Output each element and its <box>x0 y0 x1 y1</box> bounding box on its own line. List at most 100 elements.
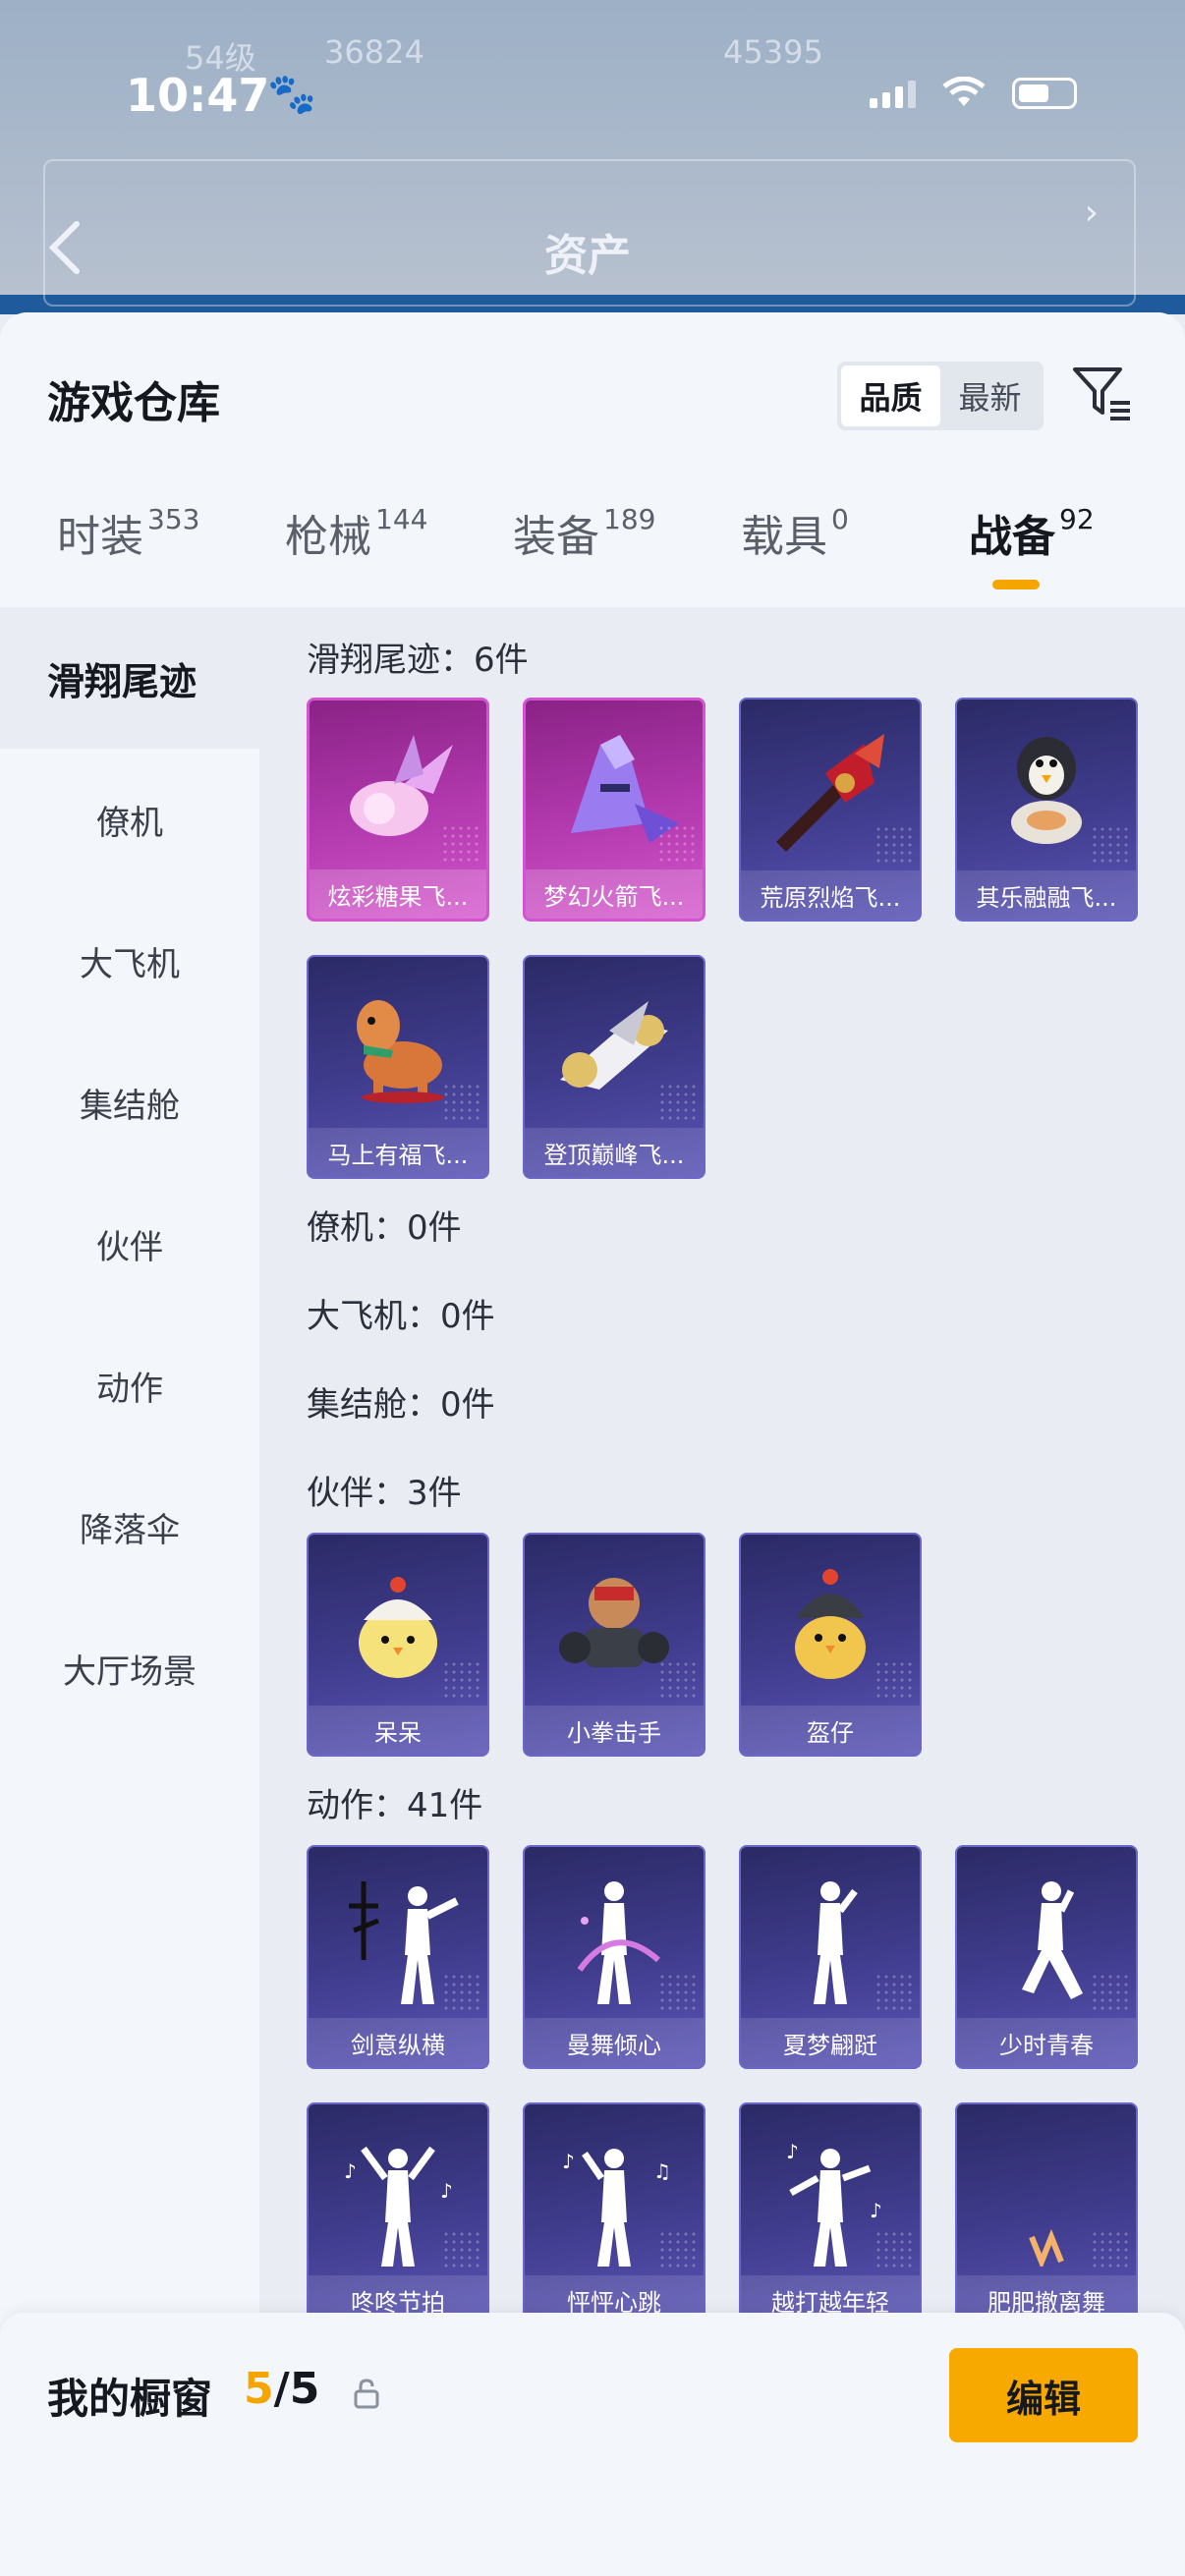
showcase-separator: / <box>273 2364 290 2414</box>
item-name: 剑意纵横 <box>309 2018 487 2067</box>
item-grid: 滑翔尾迹：6件 炫彩糖果飞... 梦幻火箭飞... 荒原烈焰飞... 其乐融融飞… <box>259 607 1185 2576</box>
signal-icon <box>870 79 916 108</box>
item-card[interactable]: 梦幻火箭飞... <box>523 698 705 922</box>
showcase-bar: 我的橱窗 5/5 编辑 <box>0 2313 1185 2576</box>
sidebar-item-parachute[interactable]: 降落伞 <box>0 1456 259 1597</box>
item-name: 登顶巅峰飞... <box>525 1128 704 1177</box>
svg-text:♪: ♪ <box>870 2199 882 2222</box>
sort-toggle: 品质 最新 <box>837 362 1044 430</box>
item-name: 梦幻火箭飞... <box>526 869 703 919</box>
svg-text:♫: ♫ <box>653 2159 671 2183</box>
item-card[interactable]: 盔仔 <box>739 1533 922 1757</box>
card-pattern <box>442 1973 481 2012</box>
sidebar-item-glide-trail[interactable]: 滑翔尾迹 <box>0 607 259 749</box>
warehouse-sheet: 游戏仓库 品质 最新 时装 353 枪械 144 装备 189 载具 0 战备 92 <box>0 312 1185 2576</box>
card-pattern <box>875 825 914 865</box>
item-card[interactable]: 马上有福飞... <box>307 955 489 1179</box>
tab-label: 载具 <box>741 512 827 562</box>
status-time: 10:47 <box>126 69 270 122</box>
card-pattern <box>658 1660 698 1700</box>
edit-button[interactable]: 编辑 <box>949 2348 1138 2442</box>
card-pattern <box>1091 2230 1130 2269</box>
card-pattern <box>658 1083 698 1122</box>
item-card[interactable]: ♪ ♪ 咚咚节拍 <box>307 2102 489 2326</box>
tab-equipment[interactable]: 装备 189 <box>513 501 655 564</box>
section-title-pod: 集结舱：0件 <box>307 1385 495 1425</box>
tab-label: 枪械 <box>285 512 371 562</box>
item-name: 其乐融融飞... <box>957 870 1136 920</box>
battery-icon <box>1012 78 1077 109</box>
item-card[interactable]: 炫彩糖果飞... <box>307 698 489 922</box>
subcategory-sidebar: 滑翔尾迹 僚机 大飞机 集结舱 伙伴 动作 降落伞 大厅场景 <box>0 607 259 2576</box>
card-pattern <box>442 1083 481 1122</box>
item-card[interactable]: ♪ ♫ 怦怦心跳 <box>523 2102 705 2326</box>
card-pattern <box>875 2230 914 2269</box>
item-card[interactable]: ♪ ♪ 越打越年轻 <box>739 2102 922 2326</box>
wifi-icon <box>941 76 987 110</box>
sort-quality-button[interactable]: 品质 <box>841 365 940 426</box>
tab-label: 时装 <box>57 512 143 562</box>
card-pattern <box>658 2230 698 2269</box>
showcase-label: 我的橱窗 <box>47 2375 213 2423</box>
item-card[interactable]: 曼舞倾心 <box>523 1845 705 2069</box>
sidebar-item-partner[interactable]: 伙伴 <box>0 1173 259 1315</box>
section-title-partner: 伙伴：3件 <box>307 1474 462 1513</box>
card-pattern <box>875 1973 914 2012</box>
item-name: 呆呆 <box>309 1706 487 1755</box>
sidebar-item-lobby-scene[interactable]: 大厅场景 <box>0 1597 259 1739</box>
item-card[interactable]: 夏梦翩跹 <box>739 1845 922 2069</box>
item-name: 荒原烈焰飞... <box>741 870 920 920</box>
tab-label: 装备 <box>513 512 599 562</box>
lock-icon <box>352 2378 381 2409</box>
section-title-glide: 滑翔尾迹：6件 <box>307 641 529 680</box>
item-card[interactable]: 登顶巅峰飞... <box>523 955 705 1179</box>
tab-count: 92 <box>1059 503 1095 535</box>
sidebar-item-big-plane[interactable]: 大飞机 <box>0 890 259 1032</box>
item-card[interactable]: 少时青春 <box>955 1845 1138 2069</box>
item-card[interactable]: 荒原烈焰飞... <box>739 698 922 922</box>
card-pattern <box>1091 825 1130 865</box>
card-pattern <box>875 1660 914 1700</box>
ghost-num2: 45395 <box>723 33 823 71</box>
item-card[interactable]: 剑意纵横 <box>307 1845 489 2069</box>
svg-text:♪: ♪ <box>344 2159 357 2183</box>
status-icons <box>870 76 1077 110</box>
tab-active-indicator <box>992 580 1040 589</box>
card-pattern <box>658 1973 698 2012</box>
tab-fashion[interactable]: 时装 353 <box>57 501 199 564</box>
ghost-num1: 36824 <box>324 33 424 71</box>
item-name: 马上有福飞... <box>309 1128 487 1177</box>
item-name: 盔仔 <box>741 1706 920 1755</box>
filter-icon[interactable] <box>1071 362 1134 424</box>
tab-label: 战备 <box>969 512 1055 562</box>
item-name: 炫彩糖果飞... <box>310 869 486 919</box>
sidebar-item-rally-pod[interactable]: 集结舱 <box>0 1032 259 1173</box>
svg-text:♪: ♪ <box>440 2179 453 2203</box>
item-card[interactable]: 肥肥撤离舞 <box>955 2102 1138 2326</box>
item-card[interactable]: 小拳击手 <box>523 1533 705 1757</box>
asset-title: 资产 <box>544 231 631 281</box>
section-title-wingman: 僚机：0件 <box>307 1208 462 1248</box>
item-card[interactable]: 呆呆 <box>307 1533 489 1757</box>
showcase-total: 5 <box>289 2364 320 2414</box>
sidebar-item-wingman[interactable]: 僚机 <box>0 749 259 890</box>
sidebar-item-emote[interactable]: 动作 <box>0 1315 259 1456</box>
tab-vehicles[interactable]: 载具 0 <box>741 501 849 564</box>
item-card[interactable]: 其乐融融飞... <box>955 698 1138 922</box>
category-tabs: 时装 353 枪械 144 装备 189 载具 0 战备 92 <box>0 501 1185 609</box>
card-pattern <box>442 2230 481 2269</box>
tab-battle-prep[interactable]: 战备 92 <box>969 501 1095 564</box>
item-name: 曼舞倾心 <box>525 2018 704 2067</box>
item-name: 小拳击手 <box>525 1706 704 1755</box>
sheet-header: 游戏仓库 品质 最新 时装 353 枪械 144 装备 189 载具 0 战备 92 <box>0 312 1185 607</box>
back-arrow-icon[interactable] <box>43 218 86 277</box>
tab-count: 353 <box>147 503 200 535</box>
sort-newest-button[interactable]: 最新 <box>940 365 1040 426</box>
tab-guns[interactable]: 枪械 144 <box>285 501 427 564</box>
page-title: 游戏仓库 <box>47 378 220 428</box>
tab-count: 0 <box>831 503 849 535</box>
svg-text:♪: ♪ <box>562 2150 575 2173</box>
showcase-count: 5/5 <box>244 2364 319 2414</box>
card-pattern <box>1091 1973 1130 2012</box>
card-pattern <box>657 824 697 864</box>
